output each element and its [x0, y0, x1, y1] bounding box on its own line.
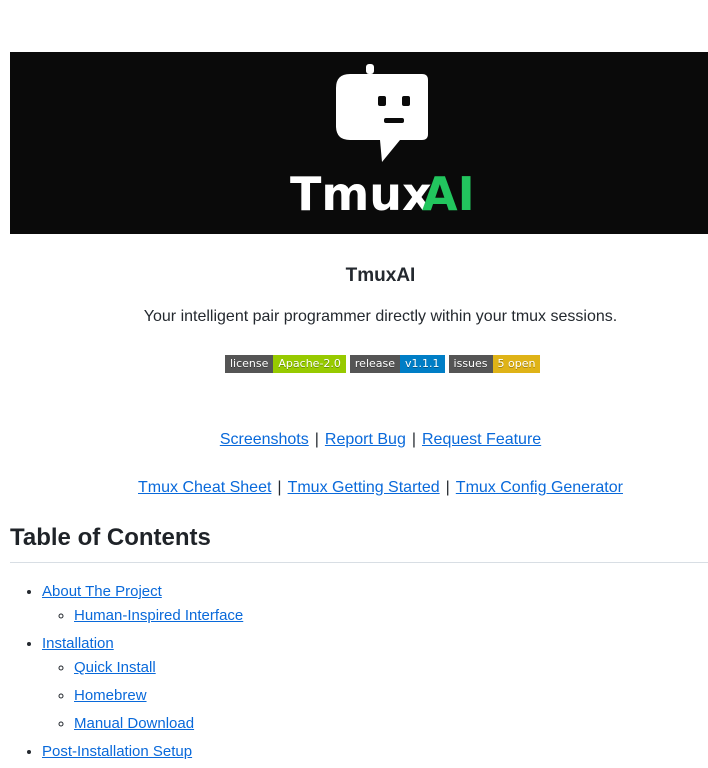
report-bug-link[interactable]: Report Bug: [325, 431, 406, 448]
toc-subitem: Human-Inspired Interface: [74, 602, 708, 630]
project-tagline: Your intelligent pair programmer directl…: [143, 308, 618, 325]
project-links-row: Screenshots | Report Bug | Request Feature: [219, 431, 542, 448]
toc-subitem: Manual Download: [74, 710, 708, 738]
toc-subitem: Quick Install: [74, 654, 708, 682]
request-feature-link[interactable]: Request Feature: [422, 431, 541, 448]
release-badge[interactable]: release v1.1.1: [349, 355, 445, 373]
toc-link-human-inspired-interface[interactable]: Human-Inspired Interface: [74, 607, 243, 624]
toc-link-about-the-project[interactable]: About The Project: [42, 583, 162, 600]
logo-text-tmux: Tmux: [290, 167, 432, 221]
license-badge[interactable]: license Apache-2.0: [225, 355, 346, 373]
toc-item: Installation Quick Install Homebrew Manu…: [42, 630, 708, 738]
project-title: TmuxAI: [345, 265, 416, 286]
toc-link-post-installation-setup[interactable]: Post-Installation Setup: [42, 743, 192, 760]
project-banner: Tmux AI: [10, 52, 708, 234]
table-of-contents: About The Project Human-Inspired Interfa…: [10, 578, 708, 766]
toc-link-quick-install[interactable]: Quick Install: [74, 659, 156, 676]
issues-badge[interactable]: issues 5 open: [448, 355, 541, 373]
toc-link-manual-download[interactable]: Manual Download: [74, 715, 194, 732]
toc-link-homebrew[interactable]: Homebrew: [74, 687, 147, 704]
readme-page: Tmux AI TmuxAI Your intelligent pair pro…: [0, 0, 708, 768]
toc-link-installation[interactable]: Installation: [42, 635, 114, 652]
tmux-cheat-sheet-link[interactable]: Tmux Cheat Sheet: [138, 479, 271, 496]
logo-text-ai: AI: [422, 167, 475, 221]
tmuxai-logo: Tmux AI: [290, 64, 475, 221]
tmux-resources-links-row: Tmux Cheat Sheet | Tmux Getting Started | Tm…: [138, 479, 623, 496]
tmux-getting-started-link[interactable]: Tmux Getting Started: [288, 479, 440, 496]
robot-icon: [336, 64, 428, 162]
toc-item: About The Project Human-Inspired Interfa…: [42, 578, 708, 630]
toc-subitem: Homebrew: [74, 682, 708, 710]
toc-heading: Table of Contents: [10, 524, 708, 563]
tmux-config-generator-link[interactable]: Tmux Config Generator: [456, 479, 623, 496]
screenshots-link[interactable]: Screenshots: [220, 431, 309, 448]
toc-item: Post-Installation Setup: [42, 738, 708, 766]
badge-row: license Apache-2.0 release v1.1.1 issues…: [225, 355, 541, 373]
